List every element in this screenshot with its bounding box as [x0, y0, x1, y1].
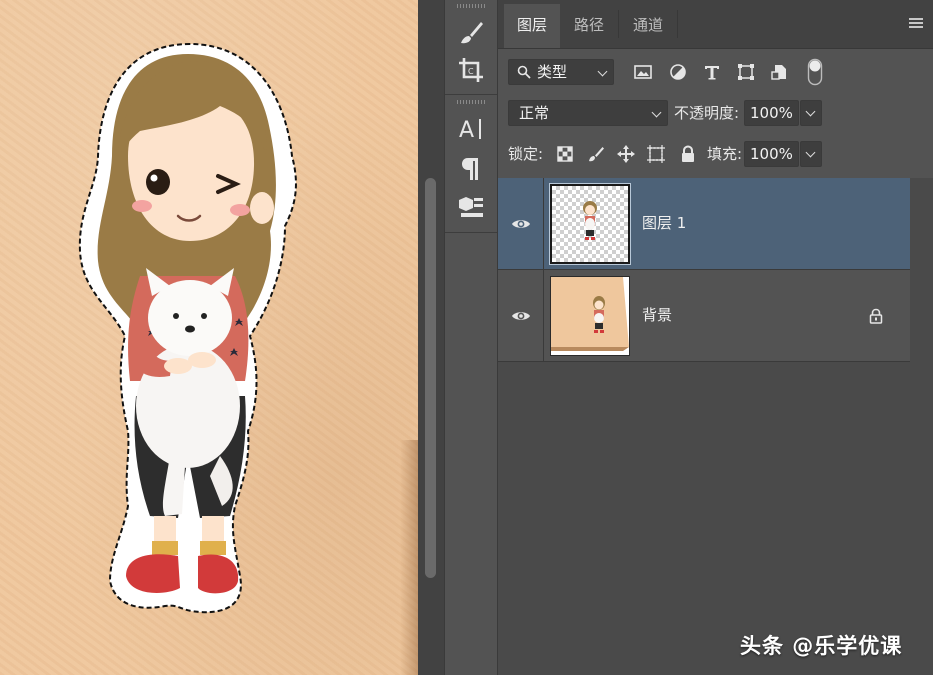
filter-toggle-icon[interactable] [804, 58, 826, 86]
panel-tab-bar: 图层 路径 通道 [498, 0, 933, 49]
cartoon-girl-with-dog-selection [78, 42, 297, 614]
panel-menu-icon[interactable] [909, 18, 923, 30]
layer-row-layer1[interactable]: 图层 1 [498, 178, 910, 270]
svg-text:C: C [468, 67, 474, 76]
fill-input[interactable]: 100% [744, 141, 799, 167]
opacity-input[interactable]: 100% [744, 100, 799, 126]
dock-grip[interactable] [457, 100, 485, 104]
lock-artboard-icon[interactable] [645, 143, 667, 165]
layer-row-background[interactable]: 背景 [498, 270, 910, 362]
chevron-down-icon [597, 66, 608, 77]
watermark-text: 头条 @乐学优课 [740, 634, 903, 658]
image-filter-icon[interactable] [632, 61, 654, 83]
layers-scrollbar[interactable] [910, 178, 933, 675]
layer1-name[interactable]: 图层 1 [642, 212, 686, 233]
tab-paths[interactable]: 路径 [560, 4, 618, 48]
lock-transparent-pixels-icon[interactable] [554, 143, 576, 165]
chevron-down-icon [651, 107, 662, 118]
filter-row: 类型 [498, 58, 933, 88]
canvas-scroll-thumb[interactable] [425, 178, 436, 578]
visibility-toggle[interactable] [498, 270, 544, 362]
opacity-dropdown-button[interactable] [800, 100, 822, 126]
lock-all-icon[interactable] [677, 143, 699, 165]
adjustment-filter-icon[interactable] [667, 61, 689, 83]
eye-icon [511, 220, 530, 228]
tab-channels[interactable]: 通道 [619, 4, 677, 48]
blend-mode-select[interactable]: 正常 [508, 100, 668, 126]
shape-filter-icon[interactable] [735, 61, 757, 83]
crop-tool-icon[interactable]: C [445, 50, 497, 90]
lock-label: 锁定: [508, 145, 544, 163]
filter-kind-label: 类型 [537, 63, 568, 81]
background-thumbnail[interactable] [550, 276, 630, 356]
layer1-thumbnail[interactable] [549, 183, 631, 265]
lock-icon[interactable] [869, 308, 883, 324]
chevron-down-icon [805, 147, 816, 158]
svg-text:A: A [459, 118, 474, 143]
lock-row: 锁定: 填充: 100% [498, 141, 933, 169]
eye-icon [511, 312, 530, 320]
tool-separator [445, 94, 497, 95]
filter-kind-select[interactable]: 类型 [508, 59, 614, 85]
layers-panel: 图层 路径 通道 类型 正常 不透明度: 100% 锁定: 填充: 100% 图… [498, 0, 933, 675]
paper-edge-shadow [400, 440, 418, 675]
tool-separator [445, 232, 497, 233]
character-icon[interactable]: A [445, 108, 497, 148]
search-icon [517, 65, 531, 79]
document-canvas[interactable] [0, 0, 418, 675]
background-name[interactable]: 背景 [642, 304, 672, 325]
blend-row: 正常 不透明度: 100% [498, 100, 933, 128]
type-filter-icon[interactable] [701, 61, 723, 83]
fill-dropdown-button[interactable] [800, 141, 822, 167]
dock-grip[interactable] [457, 4, 485, 8]
brush-tool-icon[interactable] [445, 12, 497, 52]
visibility-toggle[interactable] [498, 178, 544, 270]
layers-list: 图层 1 背景 [498, 178, 933, 675]
tab-separator [677, 10, 678, 38]
paragraph-icon[interactable] [445, 148, 497, 188]
tab-layers[interactable]: 图层 [504, 4, 560, 48]
opacity-label: 不透明度: [674, 104, 740, 122]
canvas-vertical-scrollbar[interactable] [418, 0, 444, 675]
fill-label: 填充: [707, 145, 743, 163]
panel-dock-toolstrip: C A [444, 0, 498, 675]
chevron-down-icon [805, 106, 816, 117]
lock-image-pixels-icon[interactable] [585, 143, 607, 165]
smart-object-filter-icon[interactable] [769, 61, 791, 83]
lock-position-icon[interactable] [615, 143, 637, 165]
blend-mode-value: 正常 [519, 104, 550, 122]
3d-material-icon[interactable] [445, 186, 497, 226]
